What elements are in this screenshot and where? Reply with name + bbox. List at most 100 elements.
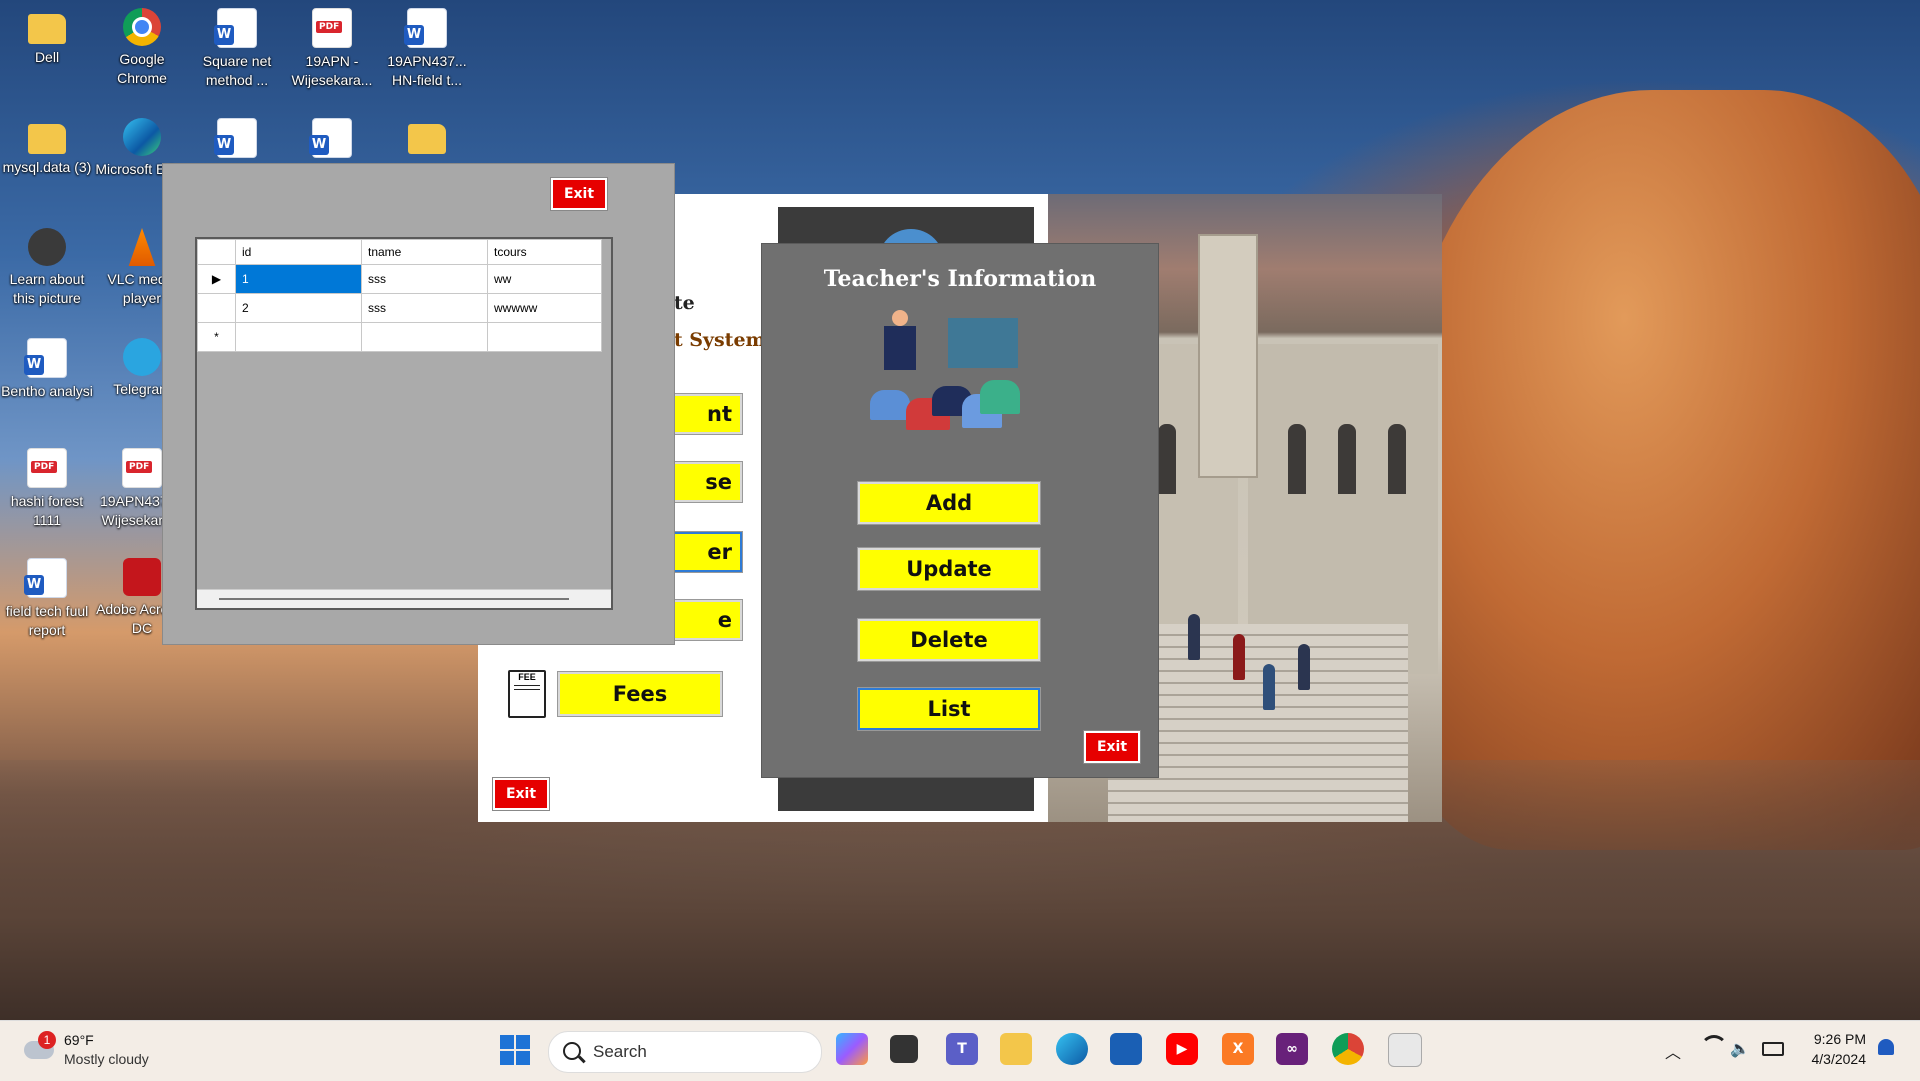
cell-tname[interactable]: sss xyxy=(361,264,488,294)
table-row[interactable]: ▶ 1 sss ww xyxy=(197,264,602,294)
desktop-icon-label: Dell xyxy=(34,49,60,65)
file-explorer-icon[interactable] xyxy=(1000,1033,1032,1065)
main-exit-button[interactable]: Exit xyxy=(492,777,550,811)
word-icon xyxy=(214,118,257,158)
pdf-icon xyxy=(312,8,352,48)
table-row-new[interactable]: * xyxy=(197,322,602,352)
vlc-icon xyxy=(128,228,156,266)
building-window xyxy=(1338,424,1356,494)
dark-icon xyxy=(28,228,66,266)
cell-tname[interactable] xyxy=(361,322,488,352)
fee-receipt-icon: FEE xyxy=(508,670,546,718)
word-icon xyxy=(309,118,352,158)
building-tower xyxy=(1198,234,1258,478)
volume-icon[interactable]: 🔈 xyxy=(1730,1039,1750,1059)
desktop-icon-label: Square net method ... xyxy=(202,53,272,88)
desktop-icon[interactable] xyxy=(190,118,284,162)
weather-badge: 1 xyxy=(38,1031,56,1049)
desktop-icon[interactable] xyxy=(285,118,379,162)
tray-overflow-icon[interactable]: ︿ xyxy=(1665,1039,1681,1063)
taskbar: 1 69°F Mostly cloudy Search T ▶ X ∞ ︿ 🔈 … xyxy=(0,1020,1920,1081)
building-window xyxy=(1158,424,1176,494)
word-icon xyxy=(404,8,447,48)
folder-icon xyxy=(408,124,446,154)
column-header-id[interactable]: id xyxy=(235,239,362,265)
start-button[interactable] xyxy=(500,1035,530,1065)
desktop-icon[interactable]: Dell xyxy=(0,8,94,67)
store-icon[interactable] xyxy=(1110,1033,1142,1065)
cell-tcours[interactable]: wwwww xyxy=(487,293,602,323)
table-row[interactable]: 2 sss wwwww xyxy=(197,293,602,323)
student-figure xyxy=(1233,634,1245,680)
delete-button[interactable]: Delete xyxy=(857,618,1041,662)
teacher-window-title: Teacher's Information xyxy=(823,266,1097,292)
row-indicator[interactable]: * xyxy=(197,322,236,352)
teacher-data-grid[interactable]: id tname tcours ▶ 1 sss ww 2 sss wwwww * xyxy=(195,237,613,610)
edge-icon xyxy=(123,118,161,156)
column-header-tname[interactable]: tname xyxy=(361,239,488,265)
list-button[interactable]: List xyxy=(857,687,1041,731)
search-placeholder: Search xyxy=(593,1042,647,1061)
pdf-icon xyxy=(27,448,67,488)
horizontal-scrollbar[interactable] xyxy=(197,589,611,608)
desktop-icon[interactable]: Learn about this picture xyxy=(0,228,94,308)
cell-id[interactable] xyxy=(235,322,362,352)
pdf-icon xyxy=(122,448,162,488)
battery-icon[interactable] xyxy=(1762,1042,1784,1056)
desktop-icon[interactable]: Bentho analysi xyxy=(0,338,94,401)
folder-icon xyxy=(28,14,66,44)
desktop-icon[interactable]: 19APN437... HN-field t... xyxy=(380,8,474,90)
rock-formation xyxy=(1400,90,1920,850)
chrome-icon[interactable] xyxy=(1332,1033,1364,1065)
grid-corner-cell xyxy=(197,239,236,265)
desktop-icon[interactable]: 19APN -Wijesekara... xyxy=(285,8,379,90)
visual-studio-icon[interactable]: ∞ xyxy=(1276,1033,1308,1065)
copilot-icon[interactable] xyxy=(836,1033,868,1065)
cell-tname[interactable]: sss xyxy=(361,293,488,323)
building-window xyxy=(1388,424,1406,494)
main-subtitle-fragment: nt System xyxy=(660,329,766,351)
cell-tcours[interactable] xyxy=(487,322,602,352)
desktop-icon[interactable]: mysql.data (3) xyxy=(0,118,94,177)
cell-id[interactable]: 2 xyxy=(235,293,362,323)
clock-date[interactable]: 4/3/2024 xyxy=(1790,1051,1867,1067)
weather-widget[interactable]: 1 69°F Mostly cloudy xyxy=(20,1029,180,1073)
grid-exit-button[interactable]: Exit xyxy=(550,177,608,211)
search-input[interactable]: Search xyxy=(548,1031,822,1073)
desktop-icon[interactable]: Square net method ... xyxy=(190,8,284,90)
edge-icon[interactable] xyxy=(1056,1033,1088,1065)
word-icon xyxy=(214,8,257,48)
cell-tcours[interactable]: ww xyxy=(487,264,602,294)
teacher-exit-button[interactable]: Exit xyxy=(1083,730,1141,764)
folder-icon xyxy=(28,124,66,154)
desktop-icon[interactable]: hashi forest 1111 xyxy=(0,448,94,530)
desktop-icon-label: Learn about this picture xyxy=(9,271,85,306)
add-button[interactable]: Add xyxy=(857,481,1041,525)
update-button[interactable]: Update xyxy=(857,547,1041,591)
desktop-icon[interactable]: Google Chrome xyxy=(95,8,189,88)
fees-button[interactable]: Fees xyxy=(557,671,723,717)
teams-icon[interactable]: T xyxy=(946,1033,978,1065)
notification-bell-icon[interactable] xyxy=(1878,1039,1894,1055)
desktop-icon[interactable] xyxy=(380,118,474,158)
classroom-illustration-icon xyxy=(870,310,1020,450)
acrobat-icon xyxy=(123,558,161,596)
teacher-information-window: Teacher's Information Add Update Delete … xyxy=(761,243,1159,778)
xampp-icon[interactable]: X xyxy=(1222,1033,1254,1065)
student-figure xyxy=(1263,664,1275,710)
row-indicator[interactable]: ▶ xyxy=(197,264,236,294)
desktop-icon-label: 19APN -Wijesekara... xyxy=(291,53,373,88)
wifi-icon[interactable] xyxy=(1700,1035,1728,1063)
cell-id[interactable]: 1 xyxy=(235,264,362,294)
task-view-icon[interactable] xyxy=(890,1035,918,1063)
desktop-icon-label: hashi forest 1111 xyxy=(10,493,84,528)
grid-header-row: id tname tcours xyxy=(197,239,602,265)
winforms-app-icon[interactable] xyxy=(1388,1033,1422,1067)
desktop-icon[interactable]: field tech fuul report xyxy=(0,558,94,640)
column-header-tcours[interactable]: tcours xyxy=(487,239,602,265)
youtube-icon[interactable]: ▶ xyxy=(1166,1033,1198,1065)
clock-time[interactable]: 9:26 PM xyxy=(1790,1031,1866,1047)
word-icon xyxy=(24,558,67,598)
desktop-icon-label: mysql.data (3) xyxy=(2,159,92,175)
row-indicator[interactable] xyxy=(197,293,236,323)
